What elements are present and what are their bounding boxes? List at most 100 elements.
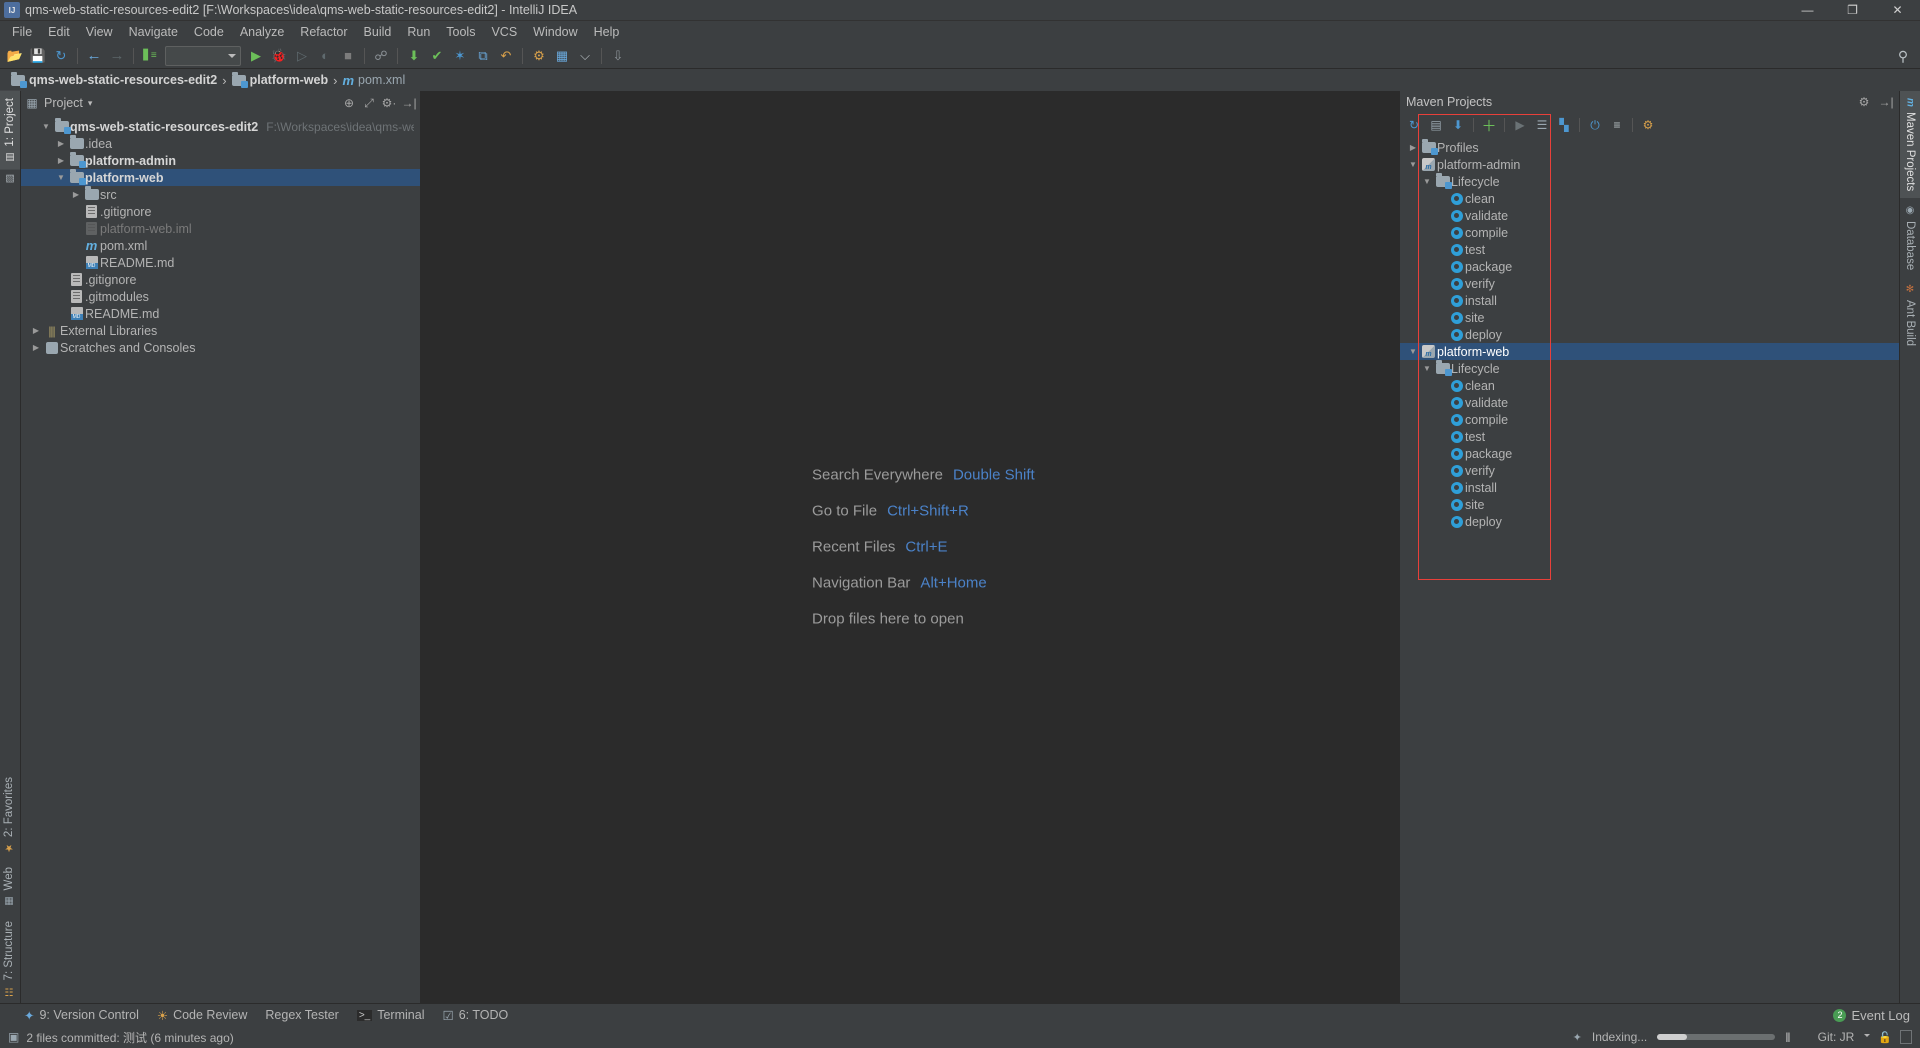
menu-edit[interactable]: Edit [40, 22, 78, 42]
chevron-down-icon[interactable]: ▼ [1420, 364, 1434, 373]
back-arrow-icon[interactable]: ← [83, 45, 105, 67]
memory-indicator[interactable] [1900, 1030, 1912, 1044]
tree-row-gitmodules[interactable]: .gitmodules [21, 288, 420, 305]
undo-icon[interactable]: ↶ [495, 45, 517, 67]
maven-goal-test[interactable]: test [1400, 428, 1899, 445]
compile-icon[interactable]: ▋≡ [139, 45, 161, 67]
chevron-right-icon[interactable]: ▶ [54, 139, 68, 148]
menu-help[interactable]: Help [586, 22, 628, 42]
sidebar-item-ant-build[interactable]: ✻ Ant Build [1900, 277, 1920, 353]
forward-arrow-icon[interactable]: → [106, 45, 128, 67]
tree-row-platform-web-iml[interactable]: platform-web.iml [21, 220, 420, 237]
run-goal-icon[interactable]: ▶ [1510, 115, 1530, 135]
bottom-tab-code-review[interactable]: ☀ Code Review [157, 1008, 248, 1023]
tree-row-gitignore-root[interactable]: .gitignore [21, 271, 420, 288]
menu-tools[interactable]: Tools [438, 22, 483, 42]
editor-area[interactable]: Search Everywhere Double Shift Go to Fil… [421, 91, 1399, 1003]
menu-file[interactable]: File [4, 22, 40, 42]
tree-row-external-libraries[interactable]: ▶ ||| External Libraries [21, 322, 420, 339]
save-all-icon[interactable]: 💾 [27, 45, 49, 67]
menu-vcs[interactable]: VCS [483, 22, 525, 42]
bottom-tab-terminal[interactable]: >_ Terminal [356, 1008, 424, 1022]
project-structure-icon[interactable]: ▦ [551, 45, 573, 67]
tree-row-readme-root[interactable]: README.md [21, 305, 420, 322]
locate-icon[interactable]: ⊕ [342, 96, 356, 110]
menu-run[interactable]: Run [399, 22, 438, 42]
maven-goal-deploy[interactable]: deploy [1400, 326, 1899, 343]
chevron-down-icon[interactable]: ▼ [1406, 347, 1420, 356]
maven-goal-install[interactable]: install [1400, 479, 1899, 496]
menu-window[interactable]: Window [525, 22, 585, 42]
chevron-right-icon[interactable]: ▶ [29, 343, 43, 352]
reimport-icon[interactable]: ↻ [1404, 115, 1424, 135]
maven-row-platform-web[interactable]: ▼ platform-web [1400, 343, 1899, 360]
add-maven-project-icon[interactable]: ＋ [1479, 115, 1499, 135]
maven-goal-install[interactable]: install [1400, 292, 1899, 309]
chevron-down-icon[interactable]: ▾ [88, 98, 93, 109]
search-icon[interactable]: ⚲ [1892, 45, 1914, 67]
sidebar-item-structure-small[interactable]: ▧ [0, 170, 20, 187]
vcs-push-icon[interactable]: ✶ [449, 45, 471, 67]
settings-icon[interactable]: ⚙ [528, 45, 550, 67]
lock-icon[interactable]: 🔓 [1878, 1031, 1892, 1044]
stop-icon[interactable]: ■ [337, 45, 359, 67]
sidebar-item-database[interactable]: ◉ Database [1900, 198, 1920, 277]
maven-goal-clean[interactable]: clean [1400, 377, 1899, 394]
hide-panel-icon[interactable]: →| [1878, 95, 1893, 109]
collapse-all-icon[interactable]: ≡ [1607, 115, 1627, 135]
sidebar-item-project[interactable]: ▤ 1: Project [0, 91, 20, 170]
maven-row-platform-admin[interactable]: ▼ platform-admin [1400, 156, 1899, 173]
tree-row-platform-admin[interactable]: ▶ platform-admin [21, 152, 420, 169]
menu-build[interactable]: Build [356, 22, 400, 42]
gear-icon[interactable]: ⚙ [1857, 95, 1871, 109]
tree-row-idea[interactable]: ▶ .idea [21, 135, 420, 152]
git-branch-label[interactable]: Git: JR [1818, 1030, 1855, 1044]
sidebar-item-favorites[interactable]: ★ 2: Favorites [0, 770, 18, 860]
show-settings-icon[interactable]: ⚙ [1638, 115, 1658, 135]
chevron-down-icon[interactable] [1864, 1034, 1871, 1040]
run-coverage-icon[interactable]: ▷ [291, 45, 313, 67]
run-anything-icon[interactable]: ⇩ [607, 45, 629, 67]
sidebar-item-web[interactable]: ▦ Web [0, 860, 18, 913]
generate-sources-icon[interactable]: ▤ [1426, 115, 1446, 135]
tree-row-platform-web[interactable]: ▼ platform-web [21, 169, 420, 186]
maven-goal-validate[interactable]: validate [1400, 207, 1899, 224]
debug-icon[interactable]: 🐞 [268, 45, 290, 67]
bottom-tab-version-control[interactable]: ✦ 9: Version Control [24, 1008, 139, 1023]
tree-row-project-root[interactable]: ▼ qms-web-static-resources-edit2 F:\Work… [21, 118, 420, 135]
menu-refactor[interactable]: Refactor [292, 22, 355, 42]
menu-code[interactable]: Code [186, 22, 232, 42]
tree-row-pom-xml[interactable]: m pom.xml [21, 237, 420, 254]
chevron-down-icon[interactable]: ▼ [1420, 177, 1434, 186]
maven-goal-verify[interactable]: verify [1400, 275, 1899, 292]
close-button[interactable]: ✕ [1875, 0, 1920, 21]
download-sources-icon[interactable]: ⬇ [1448, 115, 1468, 135]
maven-goal-compile[interactable]: compile [1400, 224, 1899, 241]
maven-goal-clean[interactable]: clean [1400, 190, 1899, 207]
execute-goal-icon[interactable]: ⏻ [1585, 115, 1605, 135]
chevron-right-icon[interactable]: ▶ [54, 156, 68, 165]
maven-goal-site[interactable]: site [1400, 496, 1899, 513]
chevron-down-icon[interactable]: ▼ [39, 122, 53, 131]
maximize-button[interactable]: ❐ [1830, 0, 1875, 21]
maven-goal-package[interactable]: package [1400, 445, 1899, 462]
maven-goal-validate[interactable]: validate [1400, 394, 1899, 411]
collapse-all-icon[interactable]: ⚙· [382, 96, 397, 110]
sidebar-item-structure[interactable]: ☷ 7: Structure [0, 914, 18, 1003]
status-message-group[interactable]: ▣ 2 files committed: 测试 (6 minutes ago) [8, 1029, 234, 1046]
project-panel-title-group[interactable]: ▦ Project ▾ [25, 96, 92, 110]
maven-goal-site[interactable]: site [1400, 309, 1899, 326]
bottom-tab-todo[interactable]: ☑ 6: TODO [442, 1008, 508, 1023]
maven-goal-package[interactable]: package [1400, 258, 1899, 275]
menu-analyze[interactable]: Analyze [232, 22, 292, 42]
minimize-button[interactable]: — [1785, 0, 1830, 21]
tree-row-scratches[interactable]: ▶ Scratches and Consoles [21, 339, 420, 356]
vcs-history-icon[interactable]: ⧉ [472, 45, 494, 67]
maven-goal-test[interactable]: test [1400, 241, 1899, 258]
run-icon[interactable]: ▶ [245, 45, 267, 67]
bottom-tab-regex-tester[interactable]: Regex Tester [265, 1008, 338, 1022]
maven-row-lifecycle-web[interactable]: ▼ Lifecycle [1400, 360, 1899, 377]
menu-view[interactable]: View [78, 22, 121, 42]
hide-icon[interactable]: →| [401, 96, 416, 110]
skip-tests-icon[interactable]: ▚ [1554, 115, 1574, 135]
